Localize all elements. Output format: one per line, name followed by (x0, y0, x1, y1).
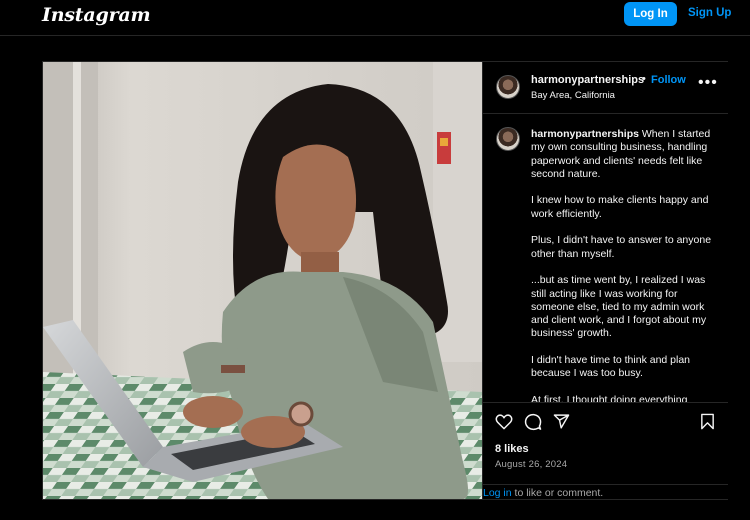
more-options-icon[interactable]: ••• (698, 74, 718, 92)
post-photo-illustration (43, 62, 482, 499)
share-icon[interactable] (553, 413, 570, 430)
login-prompt: Log in to like or comment. (483, 484, 728, 503)
caption-paragraph: I didn't have time to think and plan bec… (531, 354, 691, 380)
instagram-logo[interactable]: Instagram (42, 4, 151, 26)
author-username[interactable]: harmonypartnerships (531, 74, 644, 86)
login-link[interactable]: Log in (483, 487, 512, 499)
caption-paragraph: I knew how to make clients happy and wor… (531, 194, 709, 220)
post-actions: 8 likes August 26, 2024 Log in to like o… (483, 402, 728, 500)
login-button[interactable]: Log In (624, 2, 677, 26)
comment-icon[interactable] (524, 413, 542, 431)
login-prompt-text: to like or comment. (511, 487, 604, 499)
likes-count[interactable]: 8 likes (495, 443, 529, 455)
header-separator: • (642, 73, 646, 85)
heart-icon[interactable] (495, 413, 513, 430)
follow-button[interactable]: Follow (651, 74, 686, 86)
post-sidebar: harmonypartnerships • Follow Bay Area, C… (482, 62, 728, 499)
comments-area[interactable]: harmonypartnerships When I started my ow… (483, 114, 728, 402)
post-header: harmonypartnerships • Follow Bay Area, C… (483, 62, 728, 114)
post-container: harmonypartnerships • Follow Bay Area, C… (42, 61, 728, 500)
post-photo[interactable] (43, 62, 482, 499)
top-navigation-bar: Instagram Log In Sign Up (0, 0, 750, 36)
post-date: August 26, 2024 (495, 459, 568, 470)
signup-link[interactable]: Sign Up (688, 7, 731, 19)
caption-avatar[interactable] (496, 127, 520, 151)
caption-paragraph: ...but as time went by, I realized I was… (531, 274, 707, 340)
post-caption: harmonypartnerships When I started my ow… (531, 128, 721, 402)
caption-username[interactable]: harmonypartnerships (531, 128, 639, 140)
author-avatar[interactable] (496, 75, 520, 99)
post-location[interactable]: Bay Area, California (531, 90, 615, 101)
caption-paragraph: Plus, I didn't have to answer to anyone … (531, 234, 712, 260)
bookmark-icon[interactable] (700, 413, 715, 430)
caption-paragraph: At first, I thought doing everything (531, 393, 688, 402)
